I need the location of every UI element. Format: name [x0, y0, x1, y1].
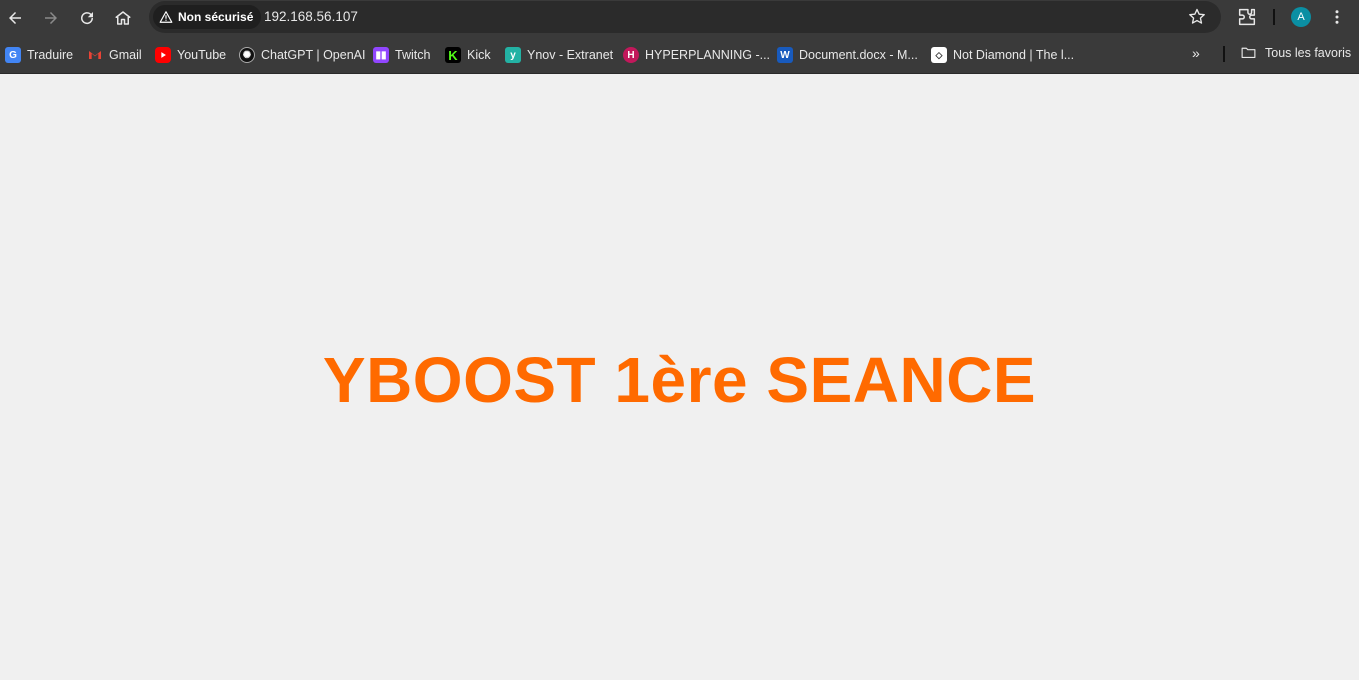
profile-avatar[interactable]: A: [1291, 7, 1311, 27]
bookmark-youtube[interactable]: YouTube: [155, 44, 226, 66]
word-icon: W: [777, 47, 793, 63]
page-heading: YBOOST 1ère SEANCE: [322, 344, 1037, 416]
bookmark-label: YouTube: [177, 48, 227, 62]
forward-button[interactable]: [37, 4, 65, 32]
bookmark-label: Kick: [467, 48, 491, 62]
forward-arrow-icon: [45, 12, 57, 24]
bookmark-label: Document.docx - M...: [799, 48, 918, 62]
warning-triangle-icon: [159, 11, 173, 23]
home-icon: [115, 11, 131, 25]
bookmark-traduire[interactable]: G Traduire: [5, 44, 73, 66]
bookmark-star-icon[interactable]: [1187, 7, 1207, 27]
folder-icon: [1241, 47, 1256, 59]
back-button[interactable]: [1, 4, 29, 32]
bookmarks-divider: [1223, 46, 1225, 62]
bookmark-kick[interactable]: K Kick: [445, 44, 491, 66]
toolbar-divider: [1273, 9, 1275, 25]
bookmark-not-diamond[interactable]: ◇ Not Diamond | The l...: [931, 44, 1074, 66]
bookmarks-bar: G Traduire Gmail YouTube ✺ ChatGPT | Ope…: [0, 36, 1359, 74]
address-bar[interactable]: Non sécurisé 192.168.56.107: [149, 1, 1221, 33]
bookmark-label: Not Diamond | The l...: [953, 48, 1075, 62]
hyperplanning-icon: H: [623, 47, 639, 63]
twitch-icon: ▮▮: [373, 47, 389, 63]
browser-menu-button[interactable]: [1327, 7, 1347, 27]
bookmark-label: Ynov - Extranet: [527, 48, 614, 62]
extensions-puzzle-icon[interactable]: [1236, 6, 1258, 28]
gmail-icon: [87, 47, 103, 63]
all-bookmarks-label: Tous les favoris: [1265, 45, 1352, 60]
bookmark-label: Gmail: [109, 48, 142, 62]
all-bookmarks-folder[interactable]: Tous les favoris: [1240, 44, 1351, 61]
kebab-menu-icon: [1335, 10, 1339, 24]
kick-icon: K: [445, 47, 461, 63]
reload-button[interactable]: [73, 4, 101, 32]
notdiamond-icon: ◇: [931, 47, 947, 63]
youtube-icon: [155, 47, 171, 63]
bookmark-ynov[interactable]: y Ynov - Extranet: [505, 44, 613, 66]
ynov-icon: y: [505, 47, 521, 63]
bookmark-document-docx[interactable]: W Document.docx - M...: [777, 44, 918, 66]
reload-icon: [81, 12, 94, 25]
google-translate-icon: G: [5, 47, 21, 63]
security-chip-label: Non sécurisé: [178, 10, 254, 24]
security-chip[interactable]: Non sécurisé: [153, 5, 262, 29]
bookmark-label: HYPERPLANNING -...: [645, 48, 771, 62]
browser-toolbar: Non sécurisé 192.168.56.107 A: [0, 0, 1359, 36]
back-arrow-icon: [9, 12, 21, 24]
page-content: YBOOST 1ère SEANCE: [0, 75, 1359, 680]
openai-icon: ✺: [239, 47, 255, 63]
bookmark-gmail[interactable]: Gmail: [87, 44, 142, 66]
home-button[interactable]: [109, 4, 137, 32]
bookmark-label: Twitch: [395, 48, 431, 62]
bookmark-hyperplanning[interactable]: H HYPERPLANNING -...: [623, 44, 770, 66]
bookmark-label: Traduire: [27, 48, 74, 62]
url-text[interactable]: 192.168.56.107: [264, 9, 358, 24]
bookmark-label: ChatGPT | OpenAI: [261, 48, 366, 62]
bookmark-chatgpt[interactable]: ✺ ChatGPT | OpenAI: [239, 44, 365, 66]
more-bookmarks-chevron-icon[interactable]: »: [1192, 45, 1210, 63]
bookmark-twitch[interactable]: ▮▮ Twitch: [373, 44, 430, 66]
